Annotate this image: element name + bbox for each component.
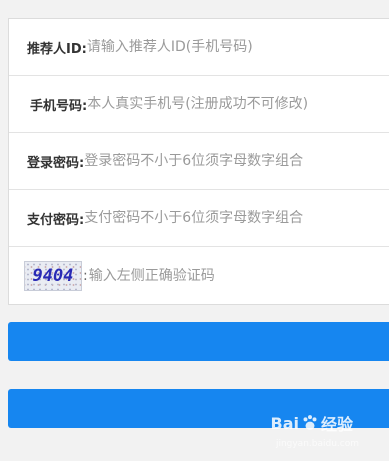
referrer-input[interactable] <box>86 39 389 55</box>
submit-button[interactable] <box>8 322 389 361</box>
pay-password-label: 支付密码: <box>27 212 85 228</box>
captcha-input[interactable] <box>88 267 389 284</box>
login-password-input[interactable] <box>84 153 389 169</box>
pay-password-input[interactable] <box>84 210 389 226</box>
referrer-label: 推荐人ID: <box>27 41 87 57</box>
captcha-separator: : <box>83 267 88 284</box>
secondary-button[interactable] <box>8 389 389 428</box>
registration-form: 推荐人ID: 手机号码: 登录密码: 支付密码: 9404 : <box>8 18 389 305</box>
login-password-label: 登录密码: <box>27 155 85 171</box>
login-password-row: 登录密码: <box>9 133 389 190</box>
phone-input[interactable] <box>87 96 389 112</box>
captcha-text: 9404 <box>32 265 74 286</box>
pay-password-row: 支付密码: <box>9 190 389 247</box>
referrer-row: 推荐人ID: <box>9 19 389 76</box>
phone-row: 手机号码: <box>9 76 389 133</box>
captcha-row: 9404 : <box>9 247 389 304</box>
watermark-url: jingyan.baidu.com <box>275 439 359 449</box>
phone-label: 手机号码: <box>30 98 88 114</box>
captcha-image[interactable]: 9404 <box>24 260 82 291</box>
